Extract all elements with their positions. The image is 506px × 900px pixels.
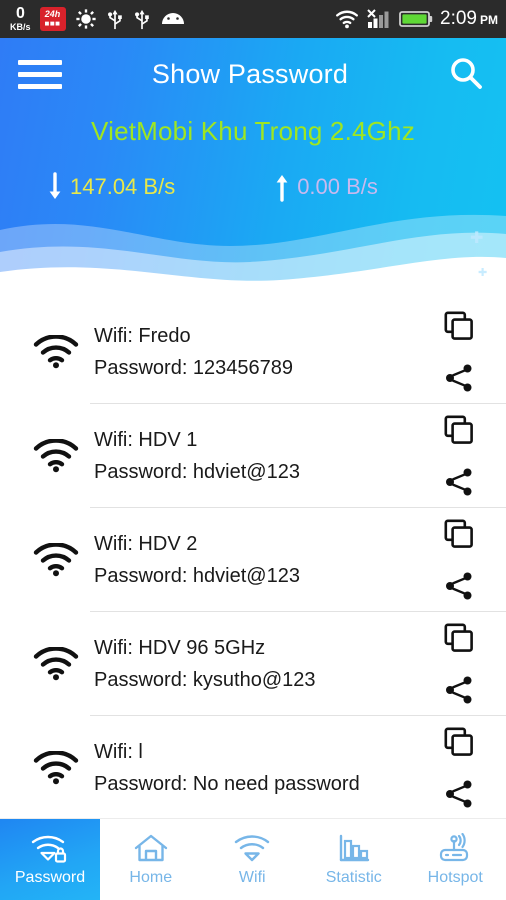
status-bar-right: 2:09 PM (335, 8, 498, 30)
bar-chart-icon (339, 834, 369, 861)
wave-decoration (0, 214, 506, 300)
list-item-password: Password: kysutho@123 (94, 668, 316, 691)
nav-item-hotspot[interactable]: Hotspot (405, 819, 506, 900)
list-item-actions (420, 508, 506, 612)
nav-label-wifi: Wifi (238, 868, 266, 886)
copy-icon[interactable] (444, 727, 474, 757)
nav-label-home: Home (129, 868, 173, 886)
share-icon[interactable] (444, 571, 474, 601)
list-item-password: Password: hdviet@123 (94, 564, 300, 587)
brightness-sun-icon (75, 9, 96, 29)
list-item-ssid: Wifi: l (94, 740, 143, 763)
list-item-ssid: Wifi: HDV 1 (94, 428, 198, 451)
sparkle-icon: ✚ (478, 267, 488, 279)
list-item-actions (420, 300, 506, 404)
copy-icon[interactable] (444, 415, 474, 445)
android-head-icon (161, 13, 184, 24)
list-item[interactable]: Wifi: HDV 1 Password: hdviet@123 (0, 404, 506, 508)
list-item-actions (420, 404, 506, 508)
wifi-icon (22, 751, 90, 785)
home-icon (134, 834, 167, 861)
no-sim-signal-icon (367, 9, 389, 28)
copy-icon[interactable] (444, 623, 474, 653)
speed-indicators: 147.04 B/s 0.00 B/s (0, 172, 506, 202)
list-item-ssid: Wifi: HDV 2 (94, 532, 198, 555)
connected-ssid-label: VietMobi Khu Trong 2.4Ghz (91, 116, 415, 146)
list-item-texts: Wifi: HDV 96 5GHz Password: kysutho@123 (90, 637, 420, 692)
badge-top-text: 24h (44, 9, 61, 19)
battery-icon (399, 11, 433, 27)
status-bar-clock: 2:09 PM (440, 8, 498, 30)
list-item-password: Password: hdviet@123 (94, 460, 300, 483)
list-item-password: Password: 123456789 (94, 356, 294, 379)
upload-speed-value: 0.00 B/s (297, 174, 378, 199)
list-item-texts: Wifi: HDV 1 Password: hdviet@123 (90, 429, 420, 484)
nav-item-statistic[interactable]: Statistic (303, 819, 405, 900)
list-item-texts: Wifi: l Password: No need password (90, 741, 420, 796)
nav-item-wifi[interactable]: Wifi (202, 819, 304, 900)
list-item-actions (420, 716, 506, 818)
list-item-password: Password: No need password (94, 772, 360, 795)
badge-bottom-blocks: ■■■ (44, 19, 61, 28)
share-icon[interactable] (444, 467, 474, 497)
network-speed-unit: KB/s (10, 22, 31, 32)
wifi-password-list[interactable]: Wifi: Fredo Password: 123456789 Wifi: HD… (0, 300, 506, 818)
wifi-lock-icon (31, 835, 67, 863)
router-icon (440, 832, 469, 861)
list-item-ssid: Wifi: Fredo (94, 324, 191, 347)
nav-item-home[interactable]: Home (100, 819, 202, 900)
share-icon[interactable] (444, 779, 474, 809)
arrow-up-icon (276, 175, 288, 202)
status-bar-left: 0 KB/s 24h ■■■ (10, 6, 186, 32)
download-speed: 147.04 B/s (48, 172, 175, 202)
search-icon (451, 58, 482, 89)
app-24h-badge-icon: 24h ■■■ (39, 7, 66, 31)
sparkle-icon: ✚ (470, 230, 484, 247)
copy-icon[interactable] (444, 311, 474, 341)
list-item-ssid: Wifi: HDV 96 5GHz (94, 636, 266, 659)
share-icon[interactable] (444, 675, 474, 705)
bottom-navigation-bar: Password Home Wifi Statistic Hotspot (0, 818, 506, 900)
page-title: Show Password (151, 58, 349, 89)
usb-icon (134, 9, 149, 30)
list-item-texts: Wifi: HDV 2 Password: hdviet@123 (90, 533, 420, 588)
app-bar: Show Password (0, 38, 506, 110)
nav-label-password: Password (14, 868, 86, 886)
search-button[interactable] (444, 54, 488, 94)
copy-icon[interactable] (444, 519, 474, 549)
network-speed-indicator: 0 KB/s (10, 6, 31, 32)
list-item-actions (420, 612, 506, 716)
wifi-icon (22, 647, 90, 681)
list-item-texts: Wifi: Fredo Password: 123456789 (90, 325, 420, 380)
wifi-icon (22, 335, 90, 369)
wifi-icon (22, 543, 90, 577)
list-item[interactable]: Wifi: Fredo Password: 123456789 (0, 300, 506, 404)
list-item[interactable]: Wifi: l Password: No need password (0, 716, 506, 818)
header-panel: ✚ ✚ Show Password VietMobi Khu Trong 2.4… (0, 38, 506, 300)
arrow-down-icon (49, 172, 61, 199)
nav-label-statistic: Statistic (325, 868, 382, 886)
wifi-icon (22, 439, 90, 473)
nav-label-hotspot: Hotspot (427, 868, 483, 886)
download-speed-value: 147.04 B/s (70, 174, 176, 199)
list-item[interactable]: Wifi: HDV 2 Password: hdviet@123 (0, 508, 506, 612)
clock-time: 2:09 (440, 8, 477, 29)
usb-icon (107, 9, 122, 30)
wifi-icon (336, 10, 359, 29)
clock-ampm: PM (480, 13, 498, 27)
share-icon[interactable] (444, 363, 474, 393)
network-speed-value: 0 (16, 5, 25, 22)
upload-speed: 0.00 B/s (275, 172, 378, 202)
nav-item-password[interactable]: Password (0, 819, 100, 900)
wifi-icon (235, 834, 270, 861)
app-root: 0 KB/s 24h ■■■ 2:09 PM ✚ ✚ Show Password… (0, 0, 506, 900)
status-bar: 0 KB/s 24h ■■■ 2:09 PM (0, 0, 506, 38)
list-item[interactable]: Wifi: HDV 96 5GHz Password: kysutho@123 (0, 612, 506, 716)
